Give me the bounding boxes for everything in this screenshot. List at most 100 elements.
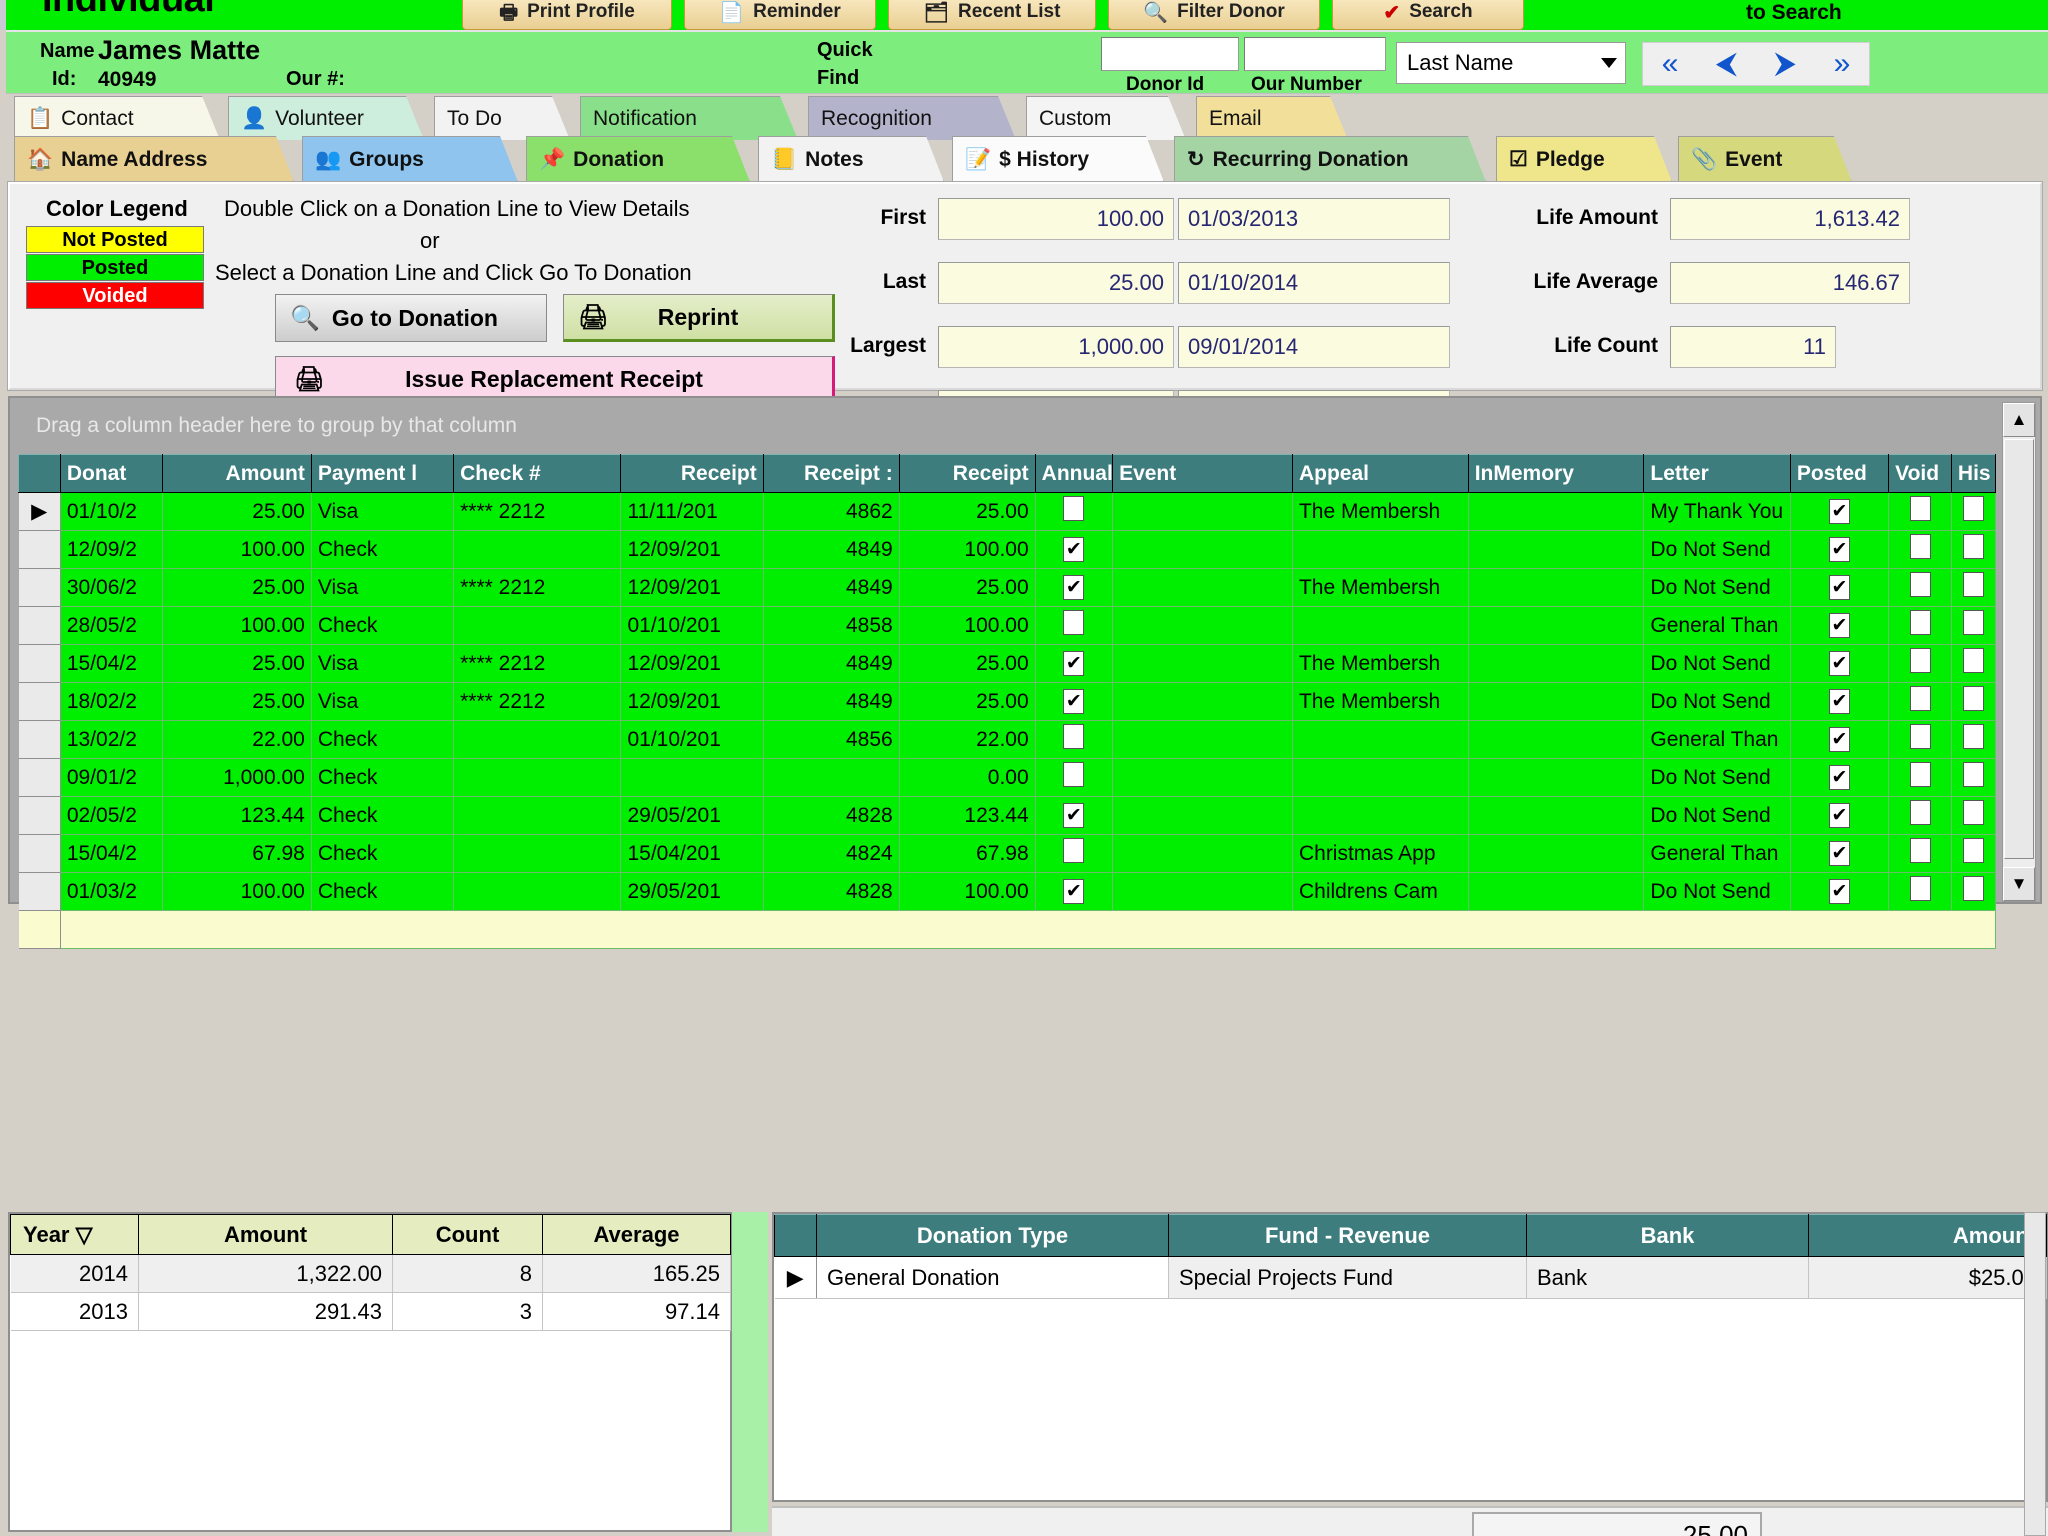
checkbox[interactable] (1962, 800, 1984, 825)
checkbox[interactable]: ✔ (1829, 651, 1850, 676)
scroll-thumb[interactable] (2004, 439, 2034, 859)
checkbox[interactable] (1962, 838, 1984, 863)
row-selector[interactable] (18, 796, 61, 835)
checkbox[interactable]: ✔ (1063, 575, 1085, 600)
recent-list-button[interactable]: 🗂 Recent List (888, 0, 1096, 30)
checkbox[interactable] (1063, 496, 1085, 521)
cell-void[interactable] (1888, 682, 1952, 721)
detail-row[interactable]: ▶ General Donation Special Projects Fund Ba… (774, 1256, 2047, 1299)
year-column-amount[interactable]: Amount (138, 1214, 393, 1255)
column-header-posted[interactable]: Posted (1789, 454, 1890, 493)
checkbox[interactable] (1909, 610, 1931, 635)
checkbox[interactable] (1962, 572, 1984, 597)
checkbox[interactable]: ✔ (1063, 879, 1085, 904)
detail-column-fund-revenue[interactable]: Fund - Revenue (1168, 1214, 1527, 1257)
year-column-year[interactable]: Year ▽ (10, 1214, 139, 1255)
largest-date-field[interactable]: 09/01/2014 (1178, 326, 1450, 368)
search-field-select[interactable]: Last Name (1396, 42, 1626, 84)
cell-annual[interactable]: ✔ (1035, 872, 1114, 911)
checkbox[interactable]: ✔ (1829, 499, 1850, 524)
checkbox[interactable] (1962, 610, 1984, 635)
cell-void[interactable] (1888, 568, 1952, 607)
checkbox[interactable] (1962, 496, 1984, 521)
detail-column-amount[interactable]: Amount (1808, 1214, 2047, 1257)
checkbox[interactable]: ✔ (1829, 537, 1850, 562)
column-header-check[interactable]: Check # (453, 454, 622, 493)
cell-annual[interactable] (1035, 606, 1114, 645)
checkbox[interactable]: ✔ (1829, 689, 1850, 714)
cell-annual[interactable] (1035, 720, 1114, 759)
cell-void[interactable] (1888, 758, 1952, 797)
tab-volunteer[interactable]: 👤 Volunteer (228, 96, 424, 140)
year-row[interactable]: 2013 291.43 3 97.14 (10, 1292, 731, 1331)
column-header-receipt[interactable]: Receipt (620, 454, 764, 493)
nav-prev-icon[interactable]: ⮜ (1716, 49, 1737, 79)
column-header-payment-l[interactable]: Payment l (310, 454, 455, 493)
checkbox[interactable] (1909, 762, 1931, 787)
checkbox[interactable] (1962, 534, 1984, 559)
print-profile-button[interactable]: 🖶 Print Profile (462, 0, 672, 30)
cell-history[interactable] (1951, 530, 1997, 569)
cell-annual[interactable] (1035, 492, 1114, 531)
cell-void[interactable] (1888, 796, 1952, 835)
nav-first-icon[interactable]: « (1662, 49, 1679, 79)
cell-annual[interactable] (1035, 758, 1114, 797)
checkbox[interactable] (1909, 534, 1931, 559)
donor-id-input[interactable] (1101, 37, 1239, 71)
detail-column-bank[interactable]: Bank (1526, 1214, 1809, 1257)
first-date-field[interactable]: 01/03/2013 (1178, 198, 1450, 240)
checkbox[interactable] (1909, 876, 1931, 901)
column-header-inmemory[interactable]: InMemory (1467, 454, 1645, 493)
cell-void[interactable] (1888, 492, 1952, 531)
cell-history[interactable] (1951, 872, 1997, 911)
tab-custom[interactable]: Custom (1026, 96, 1186, 140)
new-row-placeholder[interactable] (18, 910, 1997, 949)
row-selector[interactable] (18, 872, 61, 911)
cell-void[interactable] (1888, 644, 1952, 683)
column-header-event[interactable]: Event (1112, 454, 1293, 493)
checkbox[interactable]: ✔ (1063, 689, 1085, 714)
tab-notification[interactable]: Notification (580, 96, 798, 140)
checkbox[interactable]: ✔ (1829, 879, 1850, 904)
table-row[interactable]: 28/05/2 100.00 Check 01/10/201 4858 100.00 Gen… (18, 606, 1997, 645)
table-row[interactable]: 18/02/2 25.00 Visa **** 2212 12/09/201 4849 25… (18, 682, 1997, 721)
row-selector[interactable]: ▶ (18, 492, 61, 531)
table-row[interactable]: 15/04/2 25.00 Visa **** 2212 12/09/201 4849 25… (18, 644, 1997, 683)
grid-vertical-scrollbar[interactable]: ▲ ▼ (2002, 402, 2036, 902)
cell-void[interactable] (1888, 530, 1952, 569)
cell-annual[interactable] (1035, 834, 1114, 873)
cell-annual[interactable]: ✔ (1035, 682, 1114, 721)
largest-amount-field[interactable]: 1,000.00 (938, 326, 1174, 368)
checkbox[interactable] (1909, 496, 1931, 521)
checkbox[interactable] (1962, 686, 1984, 711)
cell-posted[interactable]: ✔ (1790, 644, 1890, 683)
scroll-up-icon[interactable]: ▲ (2003, 403, 2035, 437)
table-row[interactable]: 13/02/2 22.00 Check 01/10/201 4856 22.00 Gener… (18, 720, 1997, 759)
tab-groups[interactable]: 👥 Groups (302, 136, 518, 182)
group-by-hint[interactable]: Drag a column header here to group by th… (36, 414, 517, 438)
column-header-amount[interactable]: Amount (162, 454, 312, 493)
tab-recurring-donation[interactable]: ↻ Recurring Donation (1174, 136, 1486, 182)
checkbox[interactable] (1962, 724, 1984, 749)
cell-history[interactable] (1951, 796, 1997, 835)
cell-history[interactable] (1951, 644, 1997, 683)
checkbox[interactable] (1962, 876, 1984, 901)
row-selector[interactable] (18, 720, 61, 759)
cell-void[interactable] (1888, 834, 1952, 873)
checkbox[interactable]: ✔ (1829, 727, 1850, 752)
checkbox[interactable] (1909, 686, 1931, 711)
cell-history[interactable] (1951, 606, 1997, 645)
detail-row-selector[interactable]: ▶ (774, 1256, 817, 1299)
cell-history[interactable] (1951, 568, 1997, 607)
cell-annual[interactable]: ✔ (1035, 796, 1114, 835)
page-vertical-scrollbar[interactable] (2024, 1212, 2046, 1536)
checkbox[interactable] (1063, 724, 1085, 749)
checkbox[interactable]: ✔ (1829, 575, 1850, 600)
cell-posted[interactable]: ✔ (1790, 720, 1890, 759)
tab-event[interactable]: 📎 Event (1678, 136, 1852, 182)
column-header-letter[interactable]: Letter (1643, 454, 1791, 493)
cell-posted[interactable]: ✔ (1790, 872, 1890, 911)
column-header-receipt[interactable]: Receipt : (762, 454, 900, 493)
table-row[interactable]: 01/03/2 100.00 Check 29/05/201 4828 100.00 ✔ Ch… (18, 872, 1997, 911)
cell-posted[interactable]: ✔ (1790, 492, 1890, 531)
